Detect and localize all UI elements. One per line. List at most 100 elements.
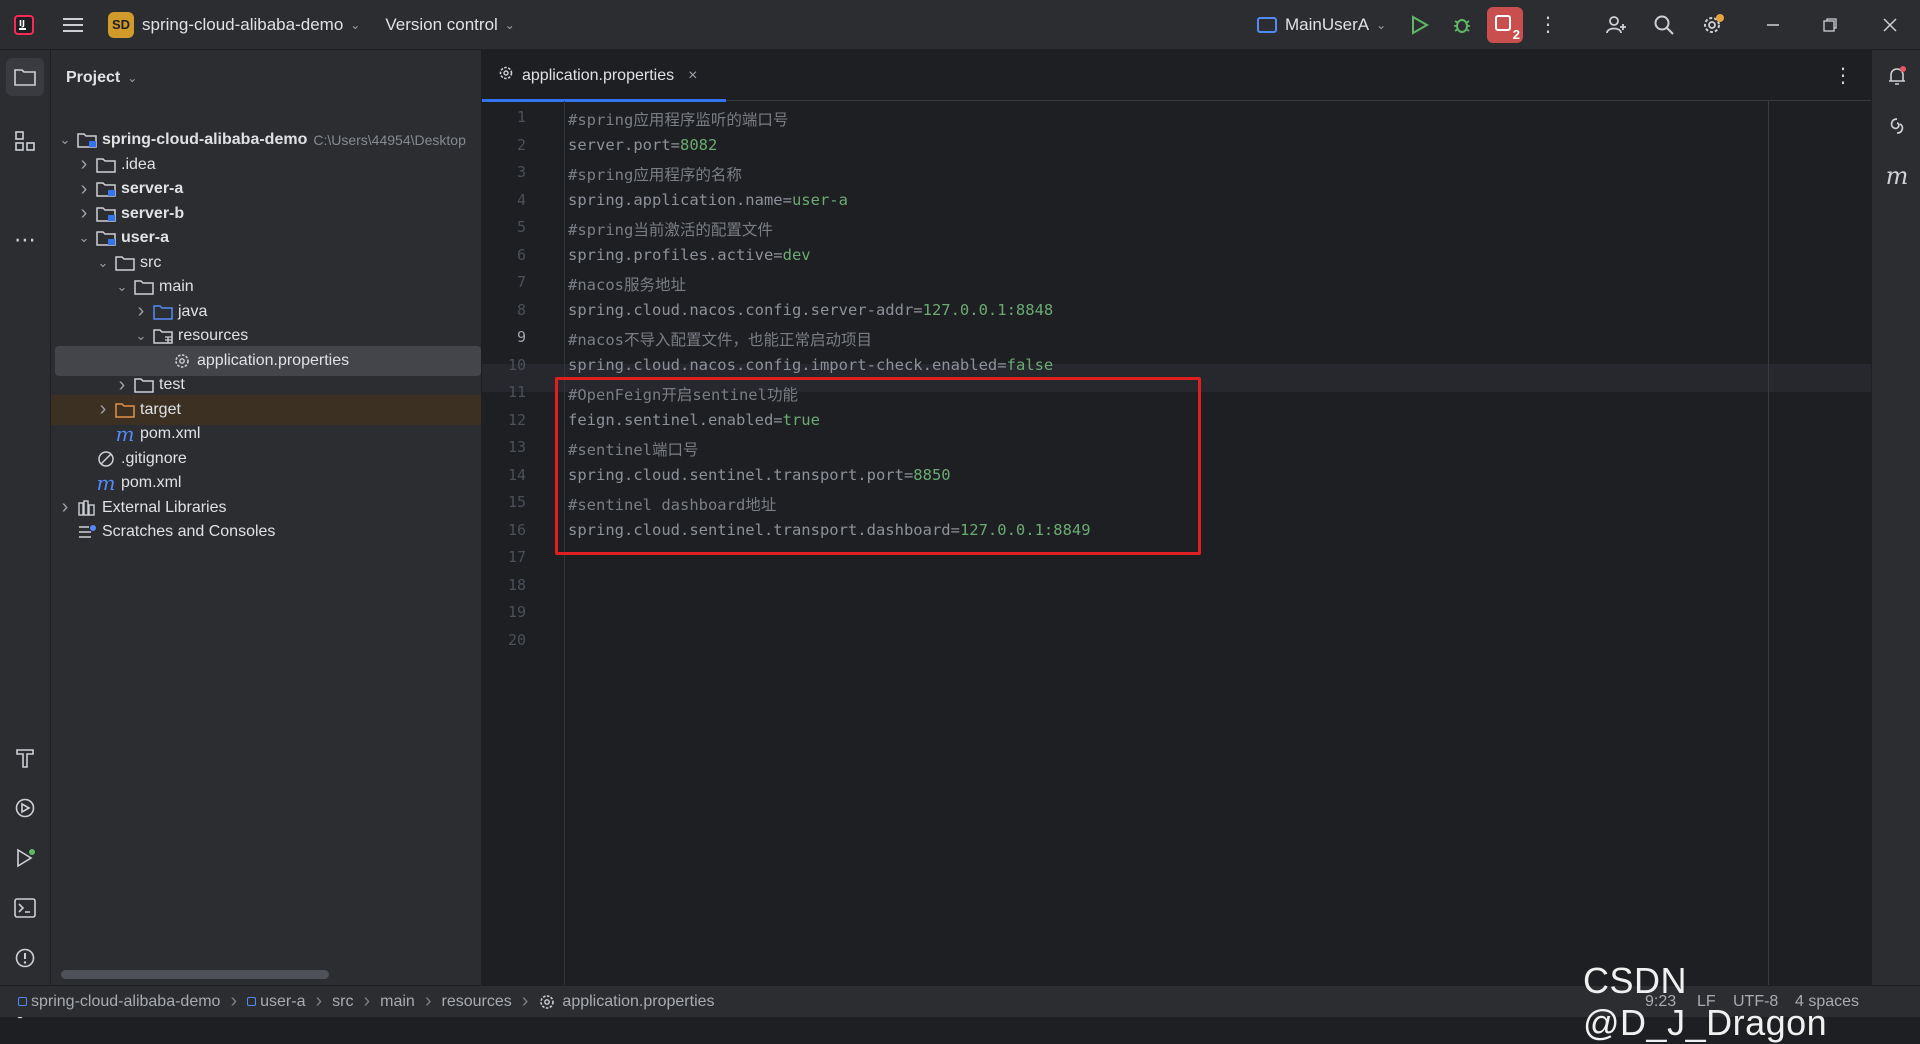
chevron-down-icon: ⌄ — [127, 71, 138, 85]
line-number: 9 — [516, 328, 526, 346]
breadcrumb-item[interactable]: resources — [442, 993, 512, 1011]
line-number: 10 — [507, 355, 526, 374]
editor-options-icon[interactable]: ⋮ — [1833, 63, 1853, 88]
chevron-down-icon[interactable]: ⌄ — [132, 328, 150, 344]
code-line[interactable]: spring.application.name=user-a — [568, 191, 848, 209]
build-hammer-icon[interactable] — [11, 744, 39, 772]
tree-item-label: Scratches and Consoles — [102, 523, 276, 540]
line-number: 5 — [516, 218, 526, 236]
tab-application-properties[interactable]: application.properties × — [482, 50, 726, 102]
breadcrumb-item[interactable]: user-a — [247, 993, 305, 1011]
line-number: 13 — [507, 438, 526, 456]
folder-icon — [95, 156, 117, 174]
project-switcher[interactable]: SD spring-cloud-alibaba-demo ⌄ — [108, 0, 360, 50]
property-value: dev — [782, 245, 811, 264]
chevron-right-icon[interactable]: › — [113, 374, 131, 397]
main-menu-icon[interactable] — [48, 0, 98, 50]
code-line[interactable]: #spring应用程序监听的端口号 — [568, 108, 788, 130]
chevron-down-icon: ⌄ — [504, 17, 515, 32]
breadcrumb-item[interactable]: main — [380, 993, 415, 1011]
project-tool-window: Project ⌄ ⌄ spring-cloud-alibaba-demo C:\… — [51, 50, 482, 985]
line-number: 17 — [507, 548, 526, 566]
code-comment: #nacos不导入配置文件，也能正常启动项目 — [568, 331, 872, 349]
terminal-icon[interactable] — [11, 894, 39, 922]
breadcrumb-label: application.properties — [562, 992, 715, 1010]
code-line[interactable]: spring.cloud.nacos.config.server-addr=12… — [568, 301, 1053, 319]
ai-assistant-icon[interactable] — [1883, 112, 1911, 140]
tree-item-label: External Libraries — [102, 498, 227, 516]
more-options-icon[interactable]: ⋮ — [1536, 0, 1560, 50]
project-badge: SD — [108, 11, 134, 38]
project-folder-icon[interactable] — [6, 58, 44, 96]
chevron-down-icon[interactable]: ⌄ — [56, 132, 74, 148]
horizontal-scrollbar[interactable] — [61, 970, 329, 979]
tab-label: application.properties — [522, 66, 675, 84]
code-line[interactable]: #nacos服务地址 — [568, 273, 686, 295]
more-tools-icon[interactable]: ⋯ — [11, 226, 39, 254]
line-number: 8 — [516, 300, 526, 319]
chevron-right-icon[interactable]: › — [132, 300, 150, 323]
code-line[interactable]: #nacos不导入配置文件，也能正常启动项目 — [568, 328, 872, 350]
search-icon[interactable] — [1649, 0, 1679, 50]
breadcrumb-label: spring-cloud-alibaba-demo — [31, 992, 221, 1010]
project-panel-header[interactable]: Project ⌄ — [51, 50, 481, 106]
chevron-down-icon[interactable]: ⌄ — [94, 255, 112, 271]
notifications-bell-icon[interactable] — [1883, 62, 1911, 90]
breadcrumb-label: main — [380, 992, 415, 1010]
tree-item-label: pom.xml — [121, 474, 182, 491]
tree-item-label: java — [178, 302, 208, 320]
problems-icon[interactable] — [11, 944, 39, 972]
breadcrumb-item[interactable]: src — [332, 993, 353, 1011]
chevron-right-icon[interactable]: › — [56, 496, 74, 519]
chevron-right-icon[interactable]: › — [75, 202, 93, 225]
add-user-icon[interactable] — [1601, 0, 1631, 50]
watermark: CSDN @D_J_Dragon — [1583, 960, 1828, 1043]
code-line[interactable]: #spring应用程序的名称 — [568, 163, 742, 185]
tree-item-label: .idea — [121, 155, 156, 173]
tree-item-label: test — [159, 376, 185, 393]
run-config-selector[interactable]: MainUserA ⌄ — [1257, 0, 1386, 50]
close-window-icon[interactable] — [1875, 0, 1905, 50]
line-number: 6 — [516, 245, 526, 264]
excluded-folder-icon — [114, 401, 136, 419]
breadcrumb-label: src — [332, 992, 354, 1010]
debug-icon[interactable] — [1450, 0, 1474, 50]
breadcrumb: spring-cloud-alibaba-demo › user-a › src › mai… — [0, 990, 715, 1013]
settings-gear-icon[interactable] — [1698, 0, 1728, 50]
code-line[interactable]: server.port=8082 — [568, 136, 717, 154]
tree-item[interactable]: Scratches and Consoles — [51, 517, 481, 547]
chevron-right-icon[interactable]: › — [75, 153, 93, 176]
code-line[interactable]: #spring当前激活的配置文件 — [568, 218, 773, 240]
breadcrumb-item[interactable]: application.properties — [538, 992, 715, 1011]
close-tab-icon[interactable]: × — [688, 67, 697, 85]
folder-icon — [133, 278, 155, 296]
run-window-icon[interactable] — [11, 844, 39, 872]
run-icon[interactable] — [1408, 0, 1432, 50]
code-line[interactable]: spring.cloud.nacos.config.import-check.e… — [568, 356, 1053, 374]
line-number: 3 — [516, 163, 526, 181]
project-panel-title: Project — [66, 69, 121, 86]
minimize-icon[interactable] — [1758, 0, 1788, 50]
chevron-right-icon[interactable]: › — [94, 398, 112, 421]
version-control-menu[interactable]: Version control ⌄ — [385, 0, 515, 50]
chevron-right-icon[interactable]: › — [75, 178, 93, 201]
services-icon[interactable] — [11, 794, 39, 822]
chevron-down-icon[interactable]: ⌄ — [75, 230, 93, 246]
tree-item-label: main — [159, 278, 194, 295]
resources-folder-icon — [152, 327, 174, 345]
restore-icon[interactable] — [1815, 0, 1845, 50]
source-folder-icon — [152, 303, 174, 321]
line-number: 7 — [516, 273, 526, 291]
stop-services-button[interactable]: 2 — [1487, 7, 1523, 43]
intellij-logo-icon[interactable]: IJ — [0, 0, 48, 50]
chevron-down-icon[interactable]: ⌄ — [113, 279, 131, 295]
module-folder-icon — [95, 180, 117, 198]
breadcrumb-item[interactable]: spring-cloud-alibaba-demo — [18, 993, 220, 1011]
breadcrumb-label: resources — [441, 992, 512, 1010]
highlight-annotation-box — [555, 377, 1201, 555]
module-icon — [247, 997, 257, 1006]
maven-icon[interactable]: m — [1883, 162, 1911, 190]
chevron-down-icon: ⌄ — [350, 17, 361, 32]
structure-icon[interactable] — [11, 127, 39, 155]
code-line[interactable]: spring.profiles.active=dev — [568, 246, 811, 264]
